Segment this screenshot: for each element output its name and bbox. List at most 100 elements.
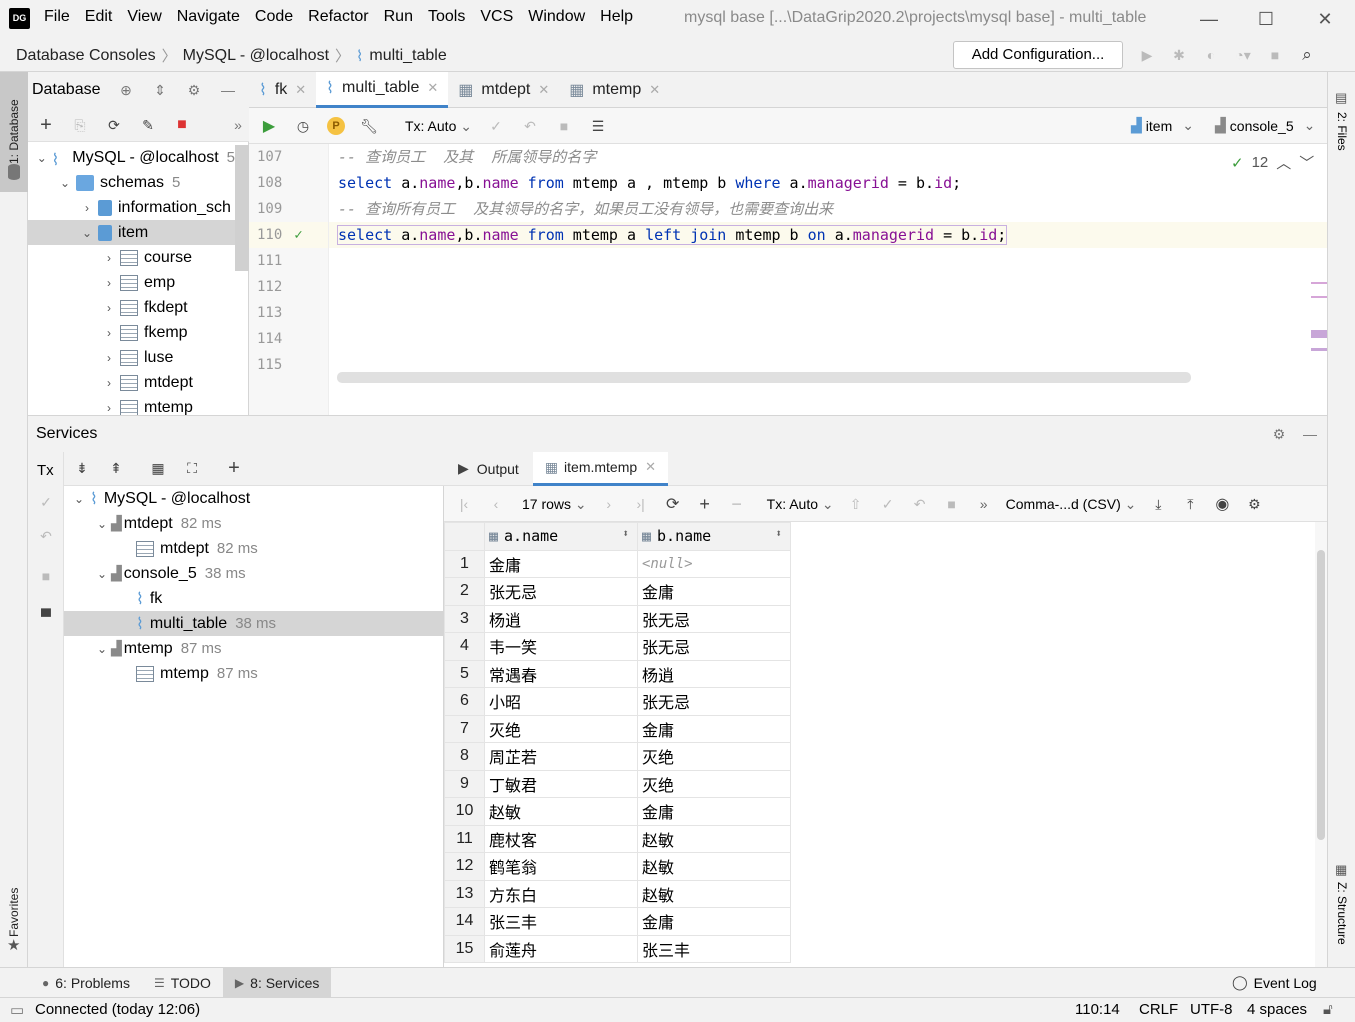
previous-page-icon[interactable]: ‹ <box>486 494 506 514</box>
favorites-tool-tab[interactable]: Favorites ★ <box>0 872 28 962</box>
delete-row-icon[interactable]: − <box>727 494 747 514</box>
row-number[interactable]: 6 <box>444 687 485 716</box>
menu-edit[interactable]: Edit <box>85 8 113 26</box>
stop-icon[interactable]: ■ <box>1265 45 1285 65</box>
database-tool-tab[interactable]: 1: Database <box>0 72 28 192</box>
chevron-right-icon[interactable]: › <box>102 401 116 415</box>
chevron-right-icon[interactable]: › <box>102 251 116 265</box>
add-service-icon[interactable]: + <box>224 457 244 479</box>
row-number[interactable]: 3 <box>444 604 485 633</box>
history-icon[interactable]: ◷ <box>293 116 313 136</box>
db-tree-item[interactable]: › mtdept <box>28 370 235 395</box>
refresh-icon[interactable]: ⟳ <box>104 115 124 135</box>
service-tree-item[interactable]: mtemp 87 ms <box>64 661 443 686</box>
search-icon[interactable]: ⌕ <box>1297 45 1317 65</box>
chevron-down-icon[interactable]: ⌄ <box>58 176 72 190</box>
db-tree-item[interactable]: › mtemp <box>28 395 235 415</box>
table-cell[interactable]: 金庸 <box>637 714 791 743</box>
indent-setting[interactable]: 4 spaces <box>1247 1001 1307 1018</box>
hide-icon[interactable]: — <box>218 80 238 100</box>
tree-scrollbar[interactable] <box>235 145 249 271</box>
rollback-icon[interactable]: ↶ <box>520 116 540 136</box>
db-tree-item[interactable]: › fkdept <box>28 295 235 320</box>
table-cell[interactable]: 张无忌 <box>484 577 638 606</box>
cancel-icon[interactable]: ■ <box>942 494 962 514</box>
table-cell[interactable]: 金庸 <box>637 797 791 826</box>
table-cell[interactable]: 俞莲舟 <box>484 934 638 963</box>
menu-navigate[interactable]: Navigate <box>177 8 240 26</box>
table-cell[interactable]: 赵敏 <box>484 797 638 826</box>
row-number[interactable]: 10 <box>444 797 485 826</box>
chevron-right-icon[interactable]: › <box>80 201 94 215</box>
schema-edit-icon[interactable]: ✎ <box>138 115 158 135</box>
close-icon[interactable]: ✕ <box>649 82 660 98</box>
chevron-right-icon[interactable]: › <box>102 301 116 315</box>
coverage-icon[interactable]: ◐ <box>1201 45 1221 65</box>
table-cell[interactable]: 赵敏 <box>637 879 791 908</box>
download-icon[interactable]: ⤓ <box>1148 494 1168 514</box>
table-cell[interactable]: 灭绝 <box>637 769 791 798</box>
rollback-icon[interactable]: ↶ <box>36 526 56 546</box>
horizontal-scrollbar[interactable] <box>337 372 1191 383</box>
files-tool-tab[interactable]: ▤ 2: Files <box>1332 90 1352 180</box>
table-cell[interactable]: 灭绝 <box>637 742 791 771</box>
chevron-right-icon[interactable]: › <box>102 376 116 390</box>
export-format-select[interactable]: Comma-...d (CSV) ⌄ <box>1006 496 1137 513</box>
table-cell[interactable]: 丁敏君 <box>484 769 638 798</box>
table-cell[interactable]: 金庸 <box>484 549 638 578</box>
filter-icon[interactable]: ⛶ <box>182 458 202 478</box>
column-header[interactable]: ▦ a.name ⬍ <box>484 522 638 551</box>
db-tree-item[interactable]: › course <box>28 245 235 270</box>
chevron-right-icon[interactable]: › <box>102 351 116 365</box>
table-cell[interactable]: 方东白 <box>484 879 638 908</box>
lock-icon[interactable]: 🔓︎ <box>1323 1001 1333 1018</box>
table-cell[interactable]: 金庸 <box>637 907 791 936</box>
editor-tab[interactable]: ⌇ multi_table ✕ <box>316 71 449 108</box>
last-page-icon[interactable]: ›| <box>631 494 651 514</box>
add-row-icon[interactable]: + <box>695 494 715 514</box>
debug-icon[interactable]: ✱ <box>1169 45 1189 65</box>
execute-icon[interactable]: ▶ <box>259 116 279 136</box>
editor-tab[interactable]: ▦ mtemp ✕ <box>559 72 670 108</box>
row-number[interactable]: 9 <box>444 769 485 798</box>
menu-window[interactable]: Window <box>528 8 585 26</box>
grid-scrollbar[interactable] <box>1317 550 1325 840</box>
menu-tools[interactable]: Tools <box>428 8 465 26</box>
row-number[interactable]: 2 <box>444 577 485 606</box>
cancel-icon[interactable]: ■ <box>554 116 574 136</box>
table-cell[interactable]: 赵敏 <box>637 824 791 853</box>
table-cell[interactable]: <null> <box>637 549 791 578</box>
service-tree-item[interactable]: ⌇ fk <box>64 586 443 611</box>
page-size-select[interactable]: 17 rows ⌄ <box>522 496 587 513</box>
chevron-right-icon[interactable]: › <box>102 326 116 340</box>
breadcrumb-item[interactable]: MySQL - @localhost <box>183 47 329 65</box>
menu-vcs[interactable]: VCS <box>480 8 513 26</box>
chevron-down-icon[interactable]: ⌄ <box>72 492 86 506</box>
db-tree-item[interactable]: › luse <box>28 345 235 370</box>
commit-icon[interactable]: ✓ <box>486 116 506 136</box>
rollback-icon[interactable]: ↶ <box>910 494 930 514</box>
chevron-down-icon[interactable]: ⌄ <box>95 642 109 656</box>
table-cell[interactable]: 张三丰 <box>637 934 791 963</box>
editor-tab[interactable]: ⌇ fk ✕ <box>249 72 316 108</box>
add-icon[interactable]: + <box>36 114 56 136</box>
row-number[interactable]: 12 <box>444 852 485 881</box>
service-tree-item[interactable]: mtdept 82 ms <box>64 536 443 561</box>
table-cell[interactable]: 韦一笑 <box>484 632 638 661</box>
minimize-button[interactable]: — <box>1195 6 1223 32</box>
db-tree-item[interactable]: › fkemp <box>28 320 235 345</box>
chevron-down-icon[interactable]: ⌄ <box>95 517 109 531</box>
db-submit-icon[interactable]: ⇧ <box>846 494 866 514</box>
bottom-tab[interactable]: ☰ TODO <box>142 968 223 998</box>
parameters-icon[interactable]: P <box>327 117 345 135</box>
table-cell[interactable]: 杨逍 <box>637 659 791 688</box>
table-cell[interactable]: 周芷若 <box>484 742 638 771</box>
chevron-down-icon[interactable]: ⌄ <box>80 226 94 240</box>
db-tree-item[interactable]: › emp <box>28 270 235 295</box>
commit-icon[interactable]: ✓ <box>36 492 56 512</box>
table-cell[interactable]: 常遇春 <box>484 659 638 688</box>
upload-icon[interactable]: ⤒ <box>1180 494 1200 514</box>
gear-icon[interactable]: ⚙ <box>184 80 204 100</box>
transaction-mode-select[interactable]: Tx: Auto ⌄ <box>405 118 472 135</box>
service-tree-item[interactable]: ⌄ ⌇ MySQL - @localhost <box>64 486 443 511</box>
